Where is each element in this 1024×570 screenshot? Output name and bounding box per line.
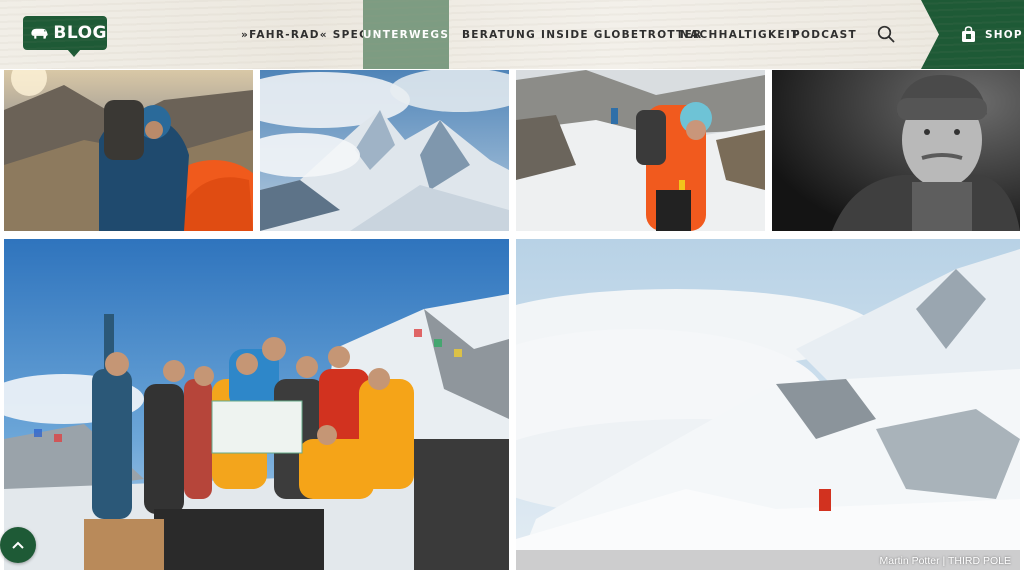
nav-item-inside-globetrotter[interactable]: INSIDE GLOBETROTTER [541,0,702,69]
blog-logo[interactable]: BLOG [23,16,107,57]
chevron-up-icon [12,541,24,549]
logo-text: BLOG [53,23,107,43]
nav-item-beratung[interactable]: BERATUNG [462,0,536,69]
search-icon[interactable] [877,25,895,43]
gallery-photo-portrait[interactable] [772,70,1020,231]
shop-label: SHOP [985,28,1023,41]
shopping-bag-icon [962,26,975,42]
photo-credit: Martin Potter | THIRD POLE [879,555,1012,567]
scroll-to-top-button[interactable] [0,527,36,563]
top-navigation-bar: BLOG »FAHR-RAD« SPECIAL UNTERWEGS BERATU… [0,0,1024,69]
gallery-photo-hikers-trail[interactable] [516,70,765,231]
nav-item-nachhaltigkeit[interactable]: NACHHALTIGKEIT [680,0,800,69]
nav-item-unterwegs[interactable]: UNTERWEGS [363,0,449,69]
shop-button[interactable]: SHOP [921,0,1024,69]
gallery-photo-climber-tent[interactable] [4,70,253,231]
gallery-photo-group-summit[interactable] [4,239,509,570]
nav-item-podcast[interactable]: PODCAST [792,0,857,69]
bear-logo-icon [31,28,48,39]
gallery-photo-mountain-peak[interactable] [260,70,509,231]
gallery-photo-snowy-ridge[interactable]: Martin Potter | THIRD POLE [516,239,1020,570]
